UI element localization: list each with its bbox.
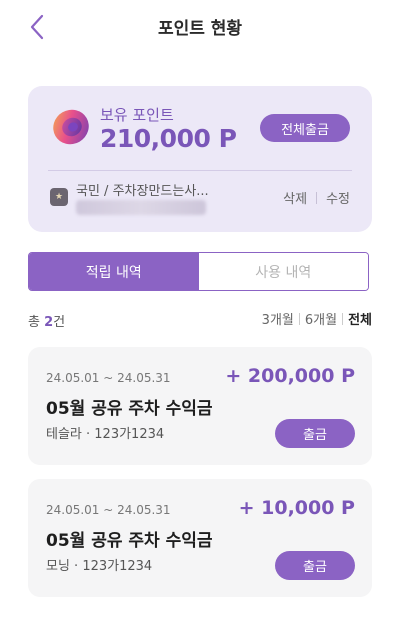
delete-account-button[interactable]: 삭제 (283, 188, 307, 207)
history-item: 24.05.01 ~ 24.05.31 + 10,000 P 05월 공유 주차… (28, 479, 372, 597)
withdraw-button[interactable]: 출금 (275, 551, 355, 580)
card-divider (48, 170, 352, 171)
points-value: 210,000 P (100, 124, 237, 153)
count-prefix: 총 (28, 315, 40, 330)
account-number-masked (76, 200, 206, 215)
count-suffix: 건 (53, 315, 66, 330)
history-item: 24.05.01 ~ 24.05.31 + 200,000 P 05월 공유 주… (28, 347, 372, 465)
item-title: 05월 공유 주차 수익금 (46, 531, 213, 551)
item-amount: + 10,000 P (238, 497, 355, 519)
period-all[interactable]: 전체 (348, 309, 372, 328)
withdraw-button[interactable]: 출금 (275, 419, 355, 448)
header: 포인트 현황 (0, 0, 400, 56)
action-divider (316, 191, 318, 204)
account-name: 국민 / 주차장만드는사... (76, 184, 209, 199)
page-title: 포인트 현황 (157, 19, 243, 39)
points-card: 보유 포인트 210,000 P 전체출금 ★ 국민 / 주차장만드는사... … (28, 86, 372, 232)
bank-icon: ★ (50, 188, 68, 206)
history-tabs: 적립 내역 사용 내역 (28, 252, 369, 291)
item-date-range: 24.05.01 ~ 24.05.31 (46, 371, 171, 385)
total-count: 총 2건 (28, 311, 65, 330)
tab-used[interactable]: 사용 내역 (198, 253, 368, 290)
withdraw-all-button[interactable]: 전체출금 (260, 114, 350, 142)
period-6-months[interactable]: 6개월 (305, 309, 337, 328)
item-amount: + 200,000 P (225, 365, 355, 387)
edit-account-button[interactable]: 수정 (326, 188, 350, 207)
count-value: 2 (44, 315, 54, 330)
period-3-months[interactable]: 3개월 (262, 309, 294, 328)
item-vehicle: 테슬라 · 123가1234 (46, 427, 165, 442)
coin-icon (53, 109, 89, 145)
item-title: 05월 공유 주차 수익금 (46, 399, 213, 419)
period-divider (342, 312, 344, 325)
tab-earned[interactable]: 적립 내역 (29, 253, 199, 290)
account-actions: 삭제 수정 (283, 188, 350, 207)
period-filter: 3개월 6개월 전체 (262, 309, 372, 328)
item-date-range: 24.05.01 ~ 24.05.31 (46, 503, 171, 517)
item-vehicle: 모닝 · 123가1234 (46, 559, 153, 574)
period-divider (298, 312, 300, 325)
points-label: 보유 포인트 (100, 106, 174, 124)
